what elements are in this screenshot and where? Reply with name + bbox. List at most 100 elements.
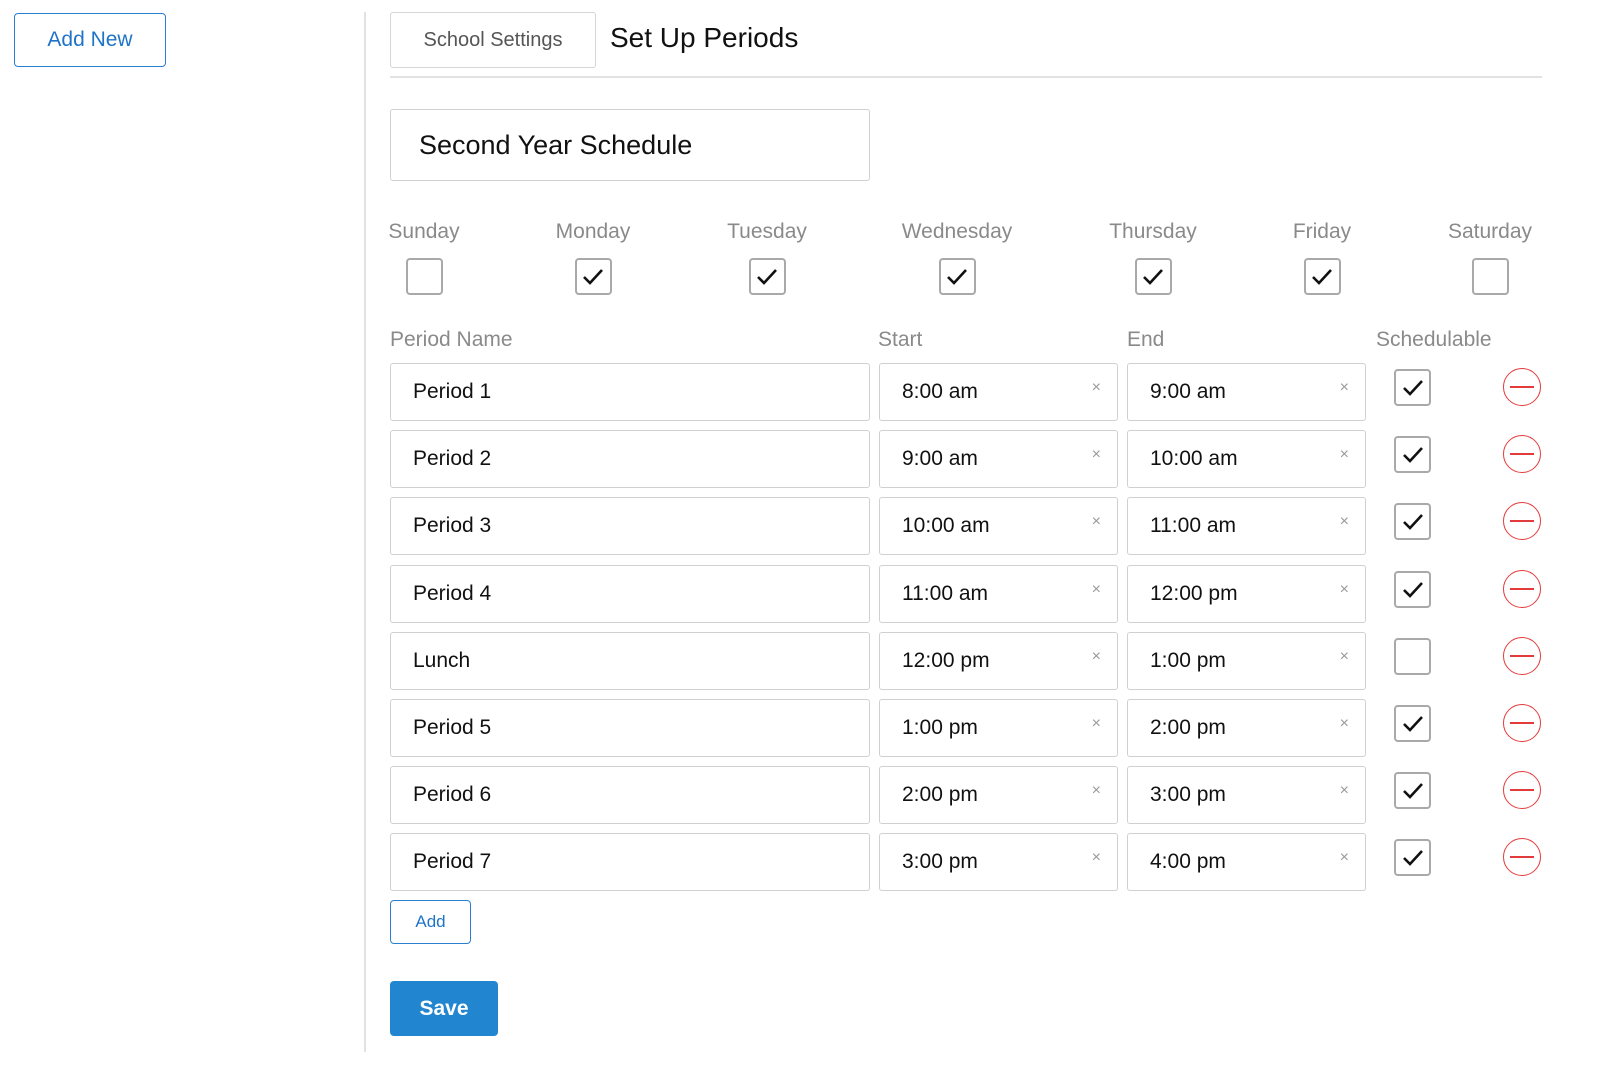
day-checkbox-wednesday[interactable] <box>938 258 976 295</box>
day-wednesday: Wednesday <box>900 218 1014 295</box>
minus-icon <box>1510 453 1534 455</box>
period-row: Lunch 12:00 pm × 1:00 pm × <box>0 632 1600 690</box>
end-time-value: 11:00 am <box>1150 514 1236 537</box>
end-time-value: 2:00 pm <box>1150 716 1226 739</box>
start-time-input[interactable]: 10:00 am × <box>879 497 1118 555</box>
school-settings-button[interactable]: School Settings <box>390 12 596 68</box>
start-time-value: 10:00 am <box>902 514 990 537</box>
period-name-input[interactable]: Period 1 <box>390 363 870 421</box>
check-icon <box>1143 268 1163 285</box>
start-time-value: 12:00 pm <box>902 649 990 672</box>
day-checkbox-sunday[interactable] <box>405 258 443 295</box>
schedulable-checkbox[interactable] <box>1394 839 1431 876</box>
day-thursday: Thursday <box>1106 218 1200 295</box>
clear-icon[interactable]: × <box>1092 781 1101 801</box>
day-saturday: Saturday <box>1447 218 1533 295</box>
period-name-input[interactable]: Period 7 <box>390 833 870 891</box>
end-time-input[interactable]: 3:00 pm × <box>1127 766 1366 824</box>
end-time-value: 1:00 pm <box>1150 649 1226 672</box>
start-time-input[interactable]: 2:00 pm × <box>879 766 1118 824</box>
period-row: Period 3 10:00 am × 11:00 am × <box>0 497 1600 555</box>
minus-icon <box>1510 789 1534 791</box>
save-button[interactable]: Save <box>390 981 498 1036</box>
clear-icon[interactable]: × <box>1340 445 1349 465</box>
check-icon <box>1402 782 1423 799</box>
remove-period-button[interactable] <box>1503 570 1541 608</box>
start-time-input[interactable]: 9:00 am × <box>879 430 1118 488</box>
period-name-input[interactable]: Period 6 <box>390 766 870 824</box>
clear-icon[interactable]: × <box>1092 512 1101 532</box>
period-row: Period 2 9:00 am × 10:00 am × <box>0 430 1600 488</box>
end-time-value: 3:00 pm <box>1150 783 1226 806</box>
day-checkbox-tuesday[interactable] <box>748 258 786 295</box>
column-header-end: End <box>1127 328 1165 351</box>
end-time-input[interactable]: 1:00 pm × <box>1127 632 1366 690</box>
end-time-input[interactable]: 9:00 am × <box>1127 363 1366 421</box>
end-time-input[interactable]: 10:00 am × <box>1127 430 1366 488</box>
remove-period-button[interactable] <box>1503 502 1541 540</box>
remove-period-button[interactable] <box>1503 637 1541 675</box>
clear-icon[interactable]: × <box>1092 445 1101 465</box>
start-time-input[interactable]: 11:00 am × <box>879 565 1118 623</box>
start-time-input[interactable]: 3:00 pm × <box>879 833 1118 891</box>
clear-icon[interactable]: × <box>1340 512 1349 532</box>
day-friday: Friday <box>1290 218 1354 295</box>
day-checkbox-thursday[interactable] <box>1134 258 1172 295</box>
clear-icon[interactable]: × <box>1340 647 1349 667</box>
start-time-value: 2:00 pm <box>902 783 978 806</box>
check-icon <box>1402 379 1423 396</box>
clear-icon[interactable]: × <box>1092 848 1101 868</box>
remove-period-button[interactable] <box>1503 435 1541 473</box>
minus-icon <box>1510 722 1534 724</box>
end-time-value: 12:00 pm <box>1150 582 1238 605</box>
schedule-name-input[interactable]: Second Year Schedule <box>390 109 870 181</box>
minus-icon <box>1510 386 1534 388</box>
clear-icon[interactable]: × <box>1092 580 1101 600</box>
day-label: Tuesday <box>727 220 807 243</box>
clear-icon[interactable]: × <box>1340 580 1349 600</box>
minus-icon <box>1510 856 1534 858</box>
schedulable-checkbox[interactable] <box>1394 503 1431 540</box>
add-new-button[interactable]: Add New <box>14 13 166 67</box>
day-checkbox-saturday[interactable] <box>1471 258 1509 295</box>
end-time-input[interactable]: 4:00 pm × <box>1127 833 1366 891</box>
schedulable-checkbox[interactable] <box>1394 705 1431 742</box>
schedulable-checkbox[interactable] <box>1394 772 1431 809</box>
end-time-input[interactable]: 11:00 am × <box>1127 497 1366 555</box>
end-time-input[interactable]: 12:00 pm × <box>1127 565 1366 623</box>
day-checkbox-monday[interactable] <box>574 258 612 295</box>
period-name-input[interactable]: Period 4 <box>390 565 870 623</box>
clear-icon[interactable]: × <box>1092 714 1101 734</box>
clear-icon[interactable]: × <box>1340 781 1349 801</box>
clear-icon[interactable]: × <box>1340 848 1349 868</box>
period-name-input[interactable]: Period 5 <box>390 699 870 757</box>
schedulable-checkbox[interactable] <box>1394 436 1431 473</box>
day-sunday: Sunday <box>388 218 460 295</box>
period-name-input[interactable]: Lunch <box>390 632 870 690</box>
clear-icon[interactable]: × <box>1340 714 1349 734</box>
period-name-input[interactable]: Period 3 <box>390 497 870 555</box>
schedulable-checkbox[interactable] <box>1394 638 1431 675</box>
schedulable-checkbox[interactable] <box>1394 571 1431 608</box>
period-name-input[interactable]: Period 2 <box>390 430 870 488</box>
remove-period-button[interactable] <box>1503 771 1541 809</box>
schedulable-checkbox[interactable] <box>1394 369 1431 406</box>
start-time-input[interactable]: 1:00 pm × <box>879 699 1118 757</box>
start-time-value: 11:00 am <box>902 582 988 605</box>
remove-period-button[interactable] <box>1503 368 1541 406</box>
day-checkbox-friday[interactable] <box>1303 258 1341 295</box>
start-time-value: 3:00 pm <box>902 850 978 873</box>
end-time-value: 10:00 am <box>1150 447 1238 470</box>
start-time-input[interactable]: 8:00 am × <box>879 363 1118 421</box>
remove-period-button[interactable] <box>1503 838 1541 876</box>
end-time-input[interactable]: 2:00 pm × <box>1127 699 1366 757</box>
clear-icon[interactable]: × <box>1092 647 1101 667</box>
minus-icon <box>1510 655 1534 657</box>
minus-icon <box>1510 588 1534 590</box>
remove-period-button[interactable] <box>1503 704 1541 742</box>
clear-icon[interactable]: × <box>1340 378 1349 398</box>
check-icon <box>1402 513 1423 530</box>
start-time-input[interactable]: 12:00 pm × <box>879 632 1118 690</box>
add-period-button[interactable]: Add <box>390 900 471 944</box>
clear-icon[interactable]: × <box>1092 378 1101 398</box>
